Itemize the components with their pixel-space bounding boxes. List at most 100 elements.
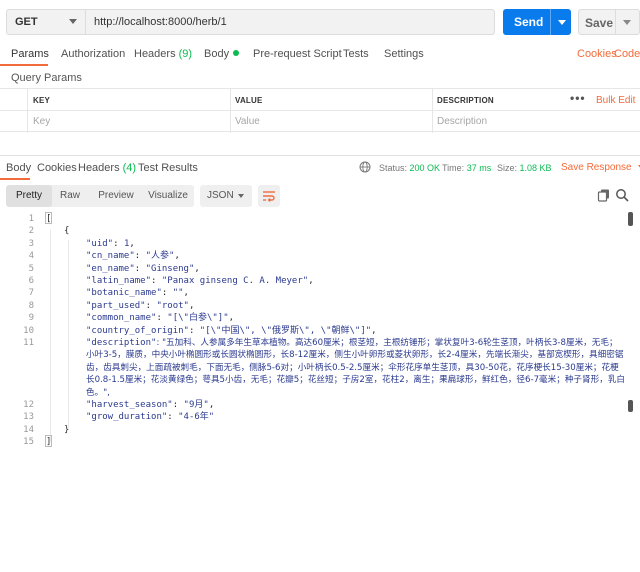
column-divider — [27, 89, 28, 133]
line-number: 11 — [23, 338, 34, 348]
status-readout[interactable]: Status: 200 OK — [379, 163, 440, 173]
time-value: 37 ms — [466, 163, 492, 173]
line-number: 13 — [23, 412, 34, 423]
save-button[interactable]: Save — [578, 9, 640, 35]
format-label: JSON — [207, 190, 234, 201]
format-select[interactable]: JSON — [200, 185, 252, 207]
line-number: 5 — [28, 263, 34, 274]
json-value: "人参" — [145, 251, 175, 262]
query-params-title: Query Params — [11, 72, 82, 84]
tab-params[interactable]: Params — [11, 48, 49, 60]
save-label: Save — [585, 16, 614, 30]
response-tab-headers[interactable]: Headers (4) — [78, 162, 136, 174]
response-tab-headers-label: Headers — [78, 162, 120, 174]
line-number: 14 — [23, 424, 34, 435]
view-pretty-button[interactable]: Pretty — [6, 185, 52, 207]
json-value: "[\"中国\", \"俄罗斯\", \"朝鲜\"]" — [199, 325, 372, 336]
cookies-link[interactable]: Cookies — [577, 48, 617, 60]
save-response-button[interactable]: Save Response — [561, 162, 640, 173]
response-tab-body[interactable]: Body — [6, 162, 31, 174]
code-link[interactable]: Code — [614, 48, 640, 60]
request-bar: GET http://localhost:8000/herb/1 Send Sa… — [0, 0, 640, 44]
chevron-down-icon[interactable] — [623, 20, 631, 25]
json-value: "Ginseng" — [145, 263, 195, 274]
indent-guide — [68, 240, 69, 428]
key-input[interactable]: Key — [33, 116, 50, 127]
wrap-lines-button[interactable] — [258, 185, 280, 207]
table-row-divider — [0, 110, 640, 111]
line-number: 9 — [28, 313, 34, 324]
headers-count: (9) — [178, 48, 193, 60]
description-input[interactable]: Description — [437, 116, 487, 127]
time-readout[interactable]: Time: 37 ms — [442, 163, 491, 173]
tab-headers[interactable]: Headers (9) — [134, 48, 192, 60]
pane-divider[interactable] — [0, 155, 640, 156]
json-value: "" — [172, 288, 184, 299]
code-line-uid: "uid": 1, — [86, 238, 135, 249]
json-key: "common_name" — [86, 313, 157, 324]
code-token: ] — [46, 437, 52, 448]
line-number: 3 — [28, 238, 34, 249]
tab-settings[interactable]: Settings — [384, 48, 424, 60]
indent-guide — [50, 230, 51, 442]
line-number: 6 — [28, 276, 34, 286]
line-number: 7 — [28, 288, 34, 299]
json-value: "root" — [156, 300, 189, 311]
response-body-code[interactable]: 1 2 3 4 5 6 7 8 9 10 11 12 13 14 15 [ { … — [0, 210, 628, 572]
copy-icon[interactable] — [597, 188, 611, 202]
send-divider — [550, 9, 551, 35]
wrap-lines-icon — [263, 191, 275, 202]
url-input[interactable]: http://localhost:8000/herb/1 — [86, 9, 495, 35]
line-number: 12 — [23, 400, 34, 410]
column-header-value: VALUE — [235, 96, 263, 105]
code-line-country-of-origin: "country_of_origin": "[\"中国\", \"俄罗斯\", … — [86, 325, 377, 336]
code-line-botanic-name: "botanic_name": "", — [86, 288, 189, 299]
code-line-latin-name: "latin_name": "Panax ginseng C. A. Meyer… — [86, 276, 314, 286]
more-options-icon[interactable]: ••• — [570, 91, 586, 105]
json-value: 1 — [123, 238, 130, 249]
line-number: 4 — [28, 251, 34, 262]
line-number: 2 — [28, 226, 34, 237]
json-value: "五加科、人参属多年生草本植物。高达60厘米；根茎短，主根纺锤形；掌状复叶3-6… — [86, 338, 626, 398]
response-tab-test-results[interactable]: Test Results — [138, 162, 198, 174]
active-response-tab-underline — [0, 178, 30, 180]
size-readout[interactable]: Size: 1.08 KB — [497, 163, 552, 173]
scrollbar-thumb[interactable] — [628, 212, 633, 226]
chevron-down-icon — [238, 194, 244, 198]
size-value: 1.08 KB — [519, 163, 552, 173]
view-raw-button[interactable]: Raw — [52, 185, 88, 207]
json-key: "country_of_origin" — [86, 325, 189, 336]
json-key: "part_used" — [86, 300, 146, 311]
tab-tests[interactable]: Tests — [343, 48, 369, 60]
code-line-grow-duration: "grow_duration": "4-6年" — [86, 412, 215, 423]
json-value: "9月" — [183, 400, 209, 410]
json-value: "Panax ginseng C. A. Meyer" — [161, 276, 309, 286]
line-number: 10 — [23, 325, 34, 336]
query-params-table: KEY VALUE DESCRIPTION ••• Bulk Edit Key … — [0, 88, 640, 133]
json-key: "botanic_name" — [86, 288, 162, 299]
save-divider — [615, 10, 616, 34]
tab-authorization[interactable]: Authorization — [61, 48, 125, 60]
code-line-common-name: "common_name": "[\"白参\"]", — [86, 313, 235, 324]
json-value: "4-6年" — [178, 412, 215, 423]
chevron-down-icon[interactable] — [558, 20, 566, 25]
send-button[interactable]: Send — [503, 9, 571, 35]
globe-icon[interactable] — [359, 161, 371, 173]
time-label: Time: — [442, 163, 465, 173]
send-label: Send — [514, 15, 544, 29]
scrollbar-thumb[interactable] — [628, 400, 633, 412]
response-tab-cookies[interactable]: Cookies — [37, 162, 77, 174]
value-input[interactable]: Value — [235, 116, 260, 127]
line-number: 15 — [23, 437, 34, 448]
column-header-description: DESCRIPTION — [437, 96, 494, 105]
code-token: [ — [46, 214, 52, 224]
active-tab-underline — [0, 64, 48, 66]
tab-body[interactable]: Body — [204, 48, 240, 60]
bulk-edit-link[interactable]: Bulk Edit — [596, 95, 635, 106]
method-select[interactable]: GET — [6, 9, 86, 35]
column-divider — [230, 89, 231, 133]
tab-prerequest-script[interactable]: Pre-request Script — [253, 48, 342, 60]
search-icon[interactable] — [615, 188, 629, 202]
view-preview-button[interactable]: Preview — [90, 185, 142, 207]
view-visualize-button[interactable]: Visualize — [142, 185, 194, 207]
